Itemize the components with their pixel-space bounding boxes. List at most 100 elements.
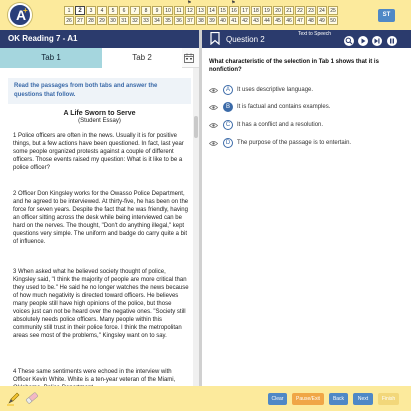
question-nav-button[interactable]: 22 (295, 6, 305, 15)
pane-divider[interactable] (199, 30, 202, 386)
question-nav-button[interactable]: 41 (229, 16, 239, 25)
question-nav-button[interactable]: 6 (119, 6, 129, 15)
question-row-1: 1 2 3 4 5 6 7 8 9 10 11 12 13 14 15 16 17 18 19 20 21 22 23 24 2… (64, 1, 342, 16)
answer-choice-a[interactable]: A It uses descriptive language. (209, 85, 405, 97)
question-nav-button[interactable]: 32 (130, 16, 140, 25)
question-nav-button[interactable]: 37 (185, 16, 195, 25)
question-nav-button[interactable]: 21 (284, 6, 294, 15)
question-nav-button[interactable]: 4 (97, 6, 107, 15)
question-nav-button[interactable]: 17 (240, 6, 250, 15)
question-nav-button[interactable]: 47 (295, 16, 305, 25)
highlighter-icon[interactable] (6, 390, 22, 406)
question-navigator: 1 2 3 4 5 6 7 8 9 10 11 12 13 14 15 16 17 18 19 20 21 22 23 24 2… (64, 1, 342, 26)
question-nav-button[interactable]: 20 (273, 6, 283, 15)
question-nav-button[interactable]: 18 (251, 6, 261, 15)
question-nav-button[interactable]: 49 (317, 16, 327, 25)
question-row-2: 26 27 28 29 30 31 32 33 34 35 36 37 38 39 40 41 42 43 44 45… (64, 16, 342, 26)
choice-letter-selected[interactable]: B (223, 102, 233, 112)
question-nav-button[interactable]: 26 (64, 16, 74, 25)
tts-play-icon[interactable] (358, 36, 368, 46)
passage-title: A Life Sworn to Serve (63, 110, 136, 117)
bookmark-icon[interactable] (210, 32, 220, 45)
question-nav-button[interactable]: 9 (152, 6, 162, 15)
question-nav-button[interactable]: 50 (328, 16, 338, 25)
question-nav-button[interactable]: 28 (86, 16, 96, 25)
question-nav-button[interactable]: 30 (108, 16, 118, 25)
answer-choice-c[interactable]: C It has a conflict and a resolution. (209, 120, 405, 132)
tts-skip-icon[interactable] (372, 36, 382, 46)
choice-text: The purpose of the passage is to enterta… (237, 140, 352, 146)
question-nav-button[interactable]: 36 (174, 16, 184, 25)
eye-icon[interactable] (209, 104, 218, 111)
question-nav-button[interactable]: 29 (97, 16, 107, 25)
st-button[interactable]: ST (378, 9, 395, 22)
bottom-toolbar: Clear Pause/Exit Back Next Finish (0, 386, 411, 411)
question-nav-button[interactable]: 23 (306, 6, 316, 15)
choice-letter[interactable]: C (223, 120, 233, 130)
eye-icon[interactable] (209, 140, 218, 147)
eraser-icon[interactable] (24, 390, 40, 406)
question-nav-button[interactable]: 10 (163, 6, 173, 15)
test-title: OK Reading 7 - A1 (8, 34, 78, 43)
eye-icon[interactable] (209, 87, 218, 94)
question-nav-button[interactable]: 12 (185, 6, 195, 15)
top-bar: A + 1 2 3 4 5 6 7 8 9 10 11 12 13 14 15 16 17 18 19 20 21 22 23… (0, 0, 411, 30)
question-nav-button[interactable]: 14 (207, 6, 217, 15)
tts-pause-icon[interactable] (387, 36, 397, 46)
scrollbar-thumb[interactable] (194, 116, 198, 138)
question-nav-button[interactable]: 8 (141, 6, 151, 15)
answer-choice-d[interactable]: D The purpose of the passage is to enter… (209, 138, 405, 150)
tts-zoom-icon[interactable] (344, 36, 354, 46)
question-nav-button[interactable]: 1 (64, 6, 74, 15)
text-to-speech-label: Text to Speech (298, 31, 332, 37)
choice-text: It uses descriptive language. (237, 87, 314, 93)
passage-content[interactable]: Read the passages from both tabs and ans… (0, 68, 199, 386)
eye-icon[interactable] (209, 122, 218, 129)
question-nav-button[interactable]: 19 (262, 6, 272, 15)
question-nav-button[interactable]: 27 (75, 16, 85, 25)
question-nav-button[interactable]: 25 (328, 6, 338, 15)
question-nav-button[interactable]: 13 (196, 6, 206, 15)
passage-paragraph: 3 When asked what he believed society th… (13, 269, 189, 339)
choice-text: It has a conflict and a resolution. (237, 122, 324, 128)
answer-choice-b[interactable]: B It is factual and contains examples. (209, 102, 405, 114)
question-nav-button[interactable]: 7 (130, 6, 140, 15)
question-nav-button[interactable]: 16 (229, 6, 239, 15)
finish-button[interactable]: Finish (378, 393, 399, 405)
tab-2[interactable]: Tab 2 (102, 48, 182, 68)
passage-instructions: Read the passages from both tabs and ans… (8, 78, 191, 104)
question-nav-button[interactable]: 43 (251, 16, 261, 25)
next-button[interactable]: Next (353, 393, 373, 405)
choice-text: It is factual and contains examples. (237, 104, 331, 110)
question-nav-button[interactable]: 46 (284, 16, 294, 25)
question-nav-button[interactable]: 5 (108, 6, 118, 15)
app-logo-icon: A + (8, 3, 32, 27)
passage-header: OK Reading 7 - A1 (0, 30, 199, 48)
question-nav-button[interactable]: 34 (152, 16, 162, 25)
question-nav-button[interactable]: 44 (262, 16, 272, 25)
question-nav-button[interactable]: 38 (196, 16, 206, 25)
question-number: Question 2 (226, 35, 265, 44)
pause-exit-button[interactable]: Pause/Exit (292, 393, 324, 405)
question-nav-button[interactable]: 15 (218, 6, 228, 15)
question-nav-button[interactable]: 31 (119, 16, 129, 25)
choice-letter[interactable]: D (223, 138, 233, 148)
question-nav-button[interactable]: 35 (163, 16, 173, 25)
clear-button[interactable]: Clear (268, 393, 287, 405)
passage-tabs: Tab 1 Tab 2 (0, 48, 199, 68)
calendar-icon[interactable] (184, 53, 194, 63)
back-button[interactable]: Back (329, 393, 348, 405)
choice-letter[interactable]: A (223, 85, 233, 95)
question-nav-button[interactable]: 11 (174, 6, 184, 15)
question-nav-button[interactable]: 42 (240, 16, 250, 25)
question-nav-button[interactable]: 2 (75, 6, 85, 15)
question-nav-button[interactable]: 33 (141, 16, 151, 25)
question-nav-button[interactable]: 24 (317, 6, 327, 15)
passage-paragraph: 1 Police officers are often in the news.… (13, 133, 184, 171)
question-nav-button[interactable]: 40 (218, 16, 228, 25)
tab-1[interactable]: Tab 1 (0, 48, 102, 68)
question-nav-button[interactable]: 39 (207, 16, 217, 25)
question-nav-button[interactable]: 45 (273, 16, 283, 25)
question-nav-button[interactable]: 3 (86, 6, 96, 15)
question-nav-button[interactable]: 48 (306, 16, 316, 25)
